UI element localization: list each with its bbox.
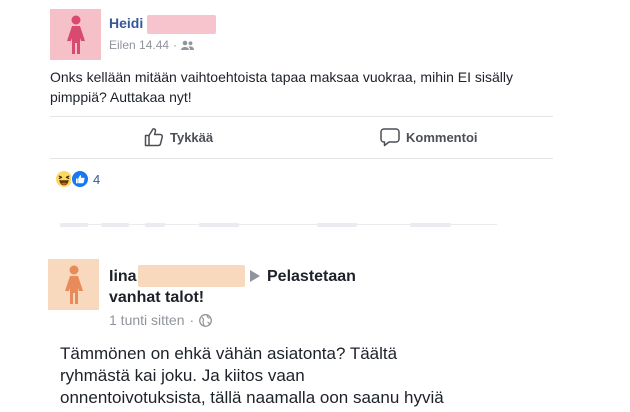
reactions-summary[interactable]: 4	[55, 170, 100, 188]
post2-group-line1[interactable]: Pelastetaan	[267, 265, 356, 289]
thumbs-up-icon	[144, 128, 164, 147]
female-person-icon	[64, 265, 83, 304]
post2-body-line: onnentoivotuksista, tällä naamalla oon s…	[60, 388, 444, 407]
comment-button[interactable]: Kommentoi	[380, 127, 478, 147]
female-person-icon	[66, 15, 85, 54]
comment-bubble-icon	[380, 128, 400, 147]
like-label: Tykkää	[170, 129, 214, 145]
separator-dash	[199, 223, 239, 227]
post1-timestamp[interactable]: Eilen 14.44	[109, 38, 169, 52]
post1-meta: Eilen 14.44 ·	[109, 38, 195, 52]
friends-audience-icon[interactable]	[181, 40, 195, 50]
post1-body: Onks kellään mitään vaihtoehtoista tapaa…	[50, 69, 514, 105]
post2-body-line: ryhmästä kai joku. Ja kiitos vaan	[60, 366, 305, 385]
separator-dash	[317, 223, 357, 227]
reaction-count: 4	[93, 171, 101, 187]
post2-avatar[interactable]	[48, 259, 99, 310]
meta-separator: ·	[173, 38, 178, 52]
divider	[50, 158, 553, 159]
post2-timestamp[interactable]: 1 tunti sitten	[109, 312, 185, 328]
post2-body-line: Tämmönen on ehkä vähän asiatonta? Täältä	[60, 344, 398, 363]
post2-meta: 1 tunti sitten ·	[109, 312, 213, 328]
post2-group-line2[interactable]: vanhat talot!	[109, 286, 204, 310]
like-reaction-icon	[71, 170, 89, 188]
comment-label: Kommentoi	[406, 129, 478, 145]
redacted-surname	[147, 15, 216, 34]
divider	[50, 116, 553, 117]
meta-separator: ·	[189, 312, 195, 328]
globe-public-icon[interactable]	[199, 313, 213, 327]
post1-avatar[interactable]	[50, 9, 101, 60]
separator-dash	[410, 223, 451, 227]
post1-author-name[interactable]: Heidi	[109, 15, 143, 31]
like-button[interactable]: Tykkää	[144, 127, 213, 147]
